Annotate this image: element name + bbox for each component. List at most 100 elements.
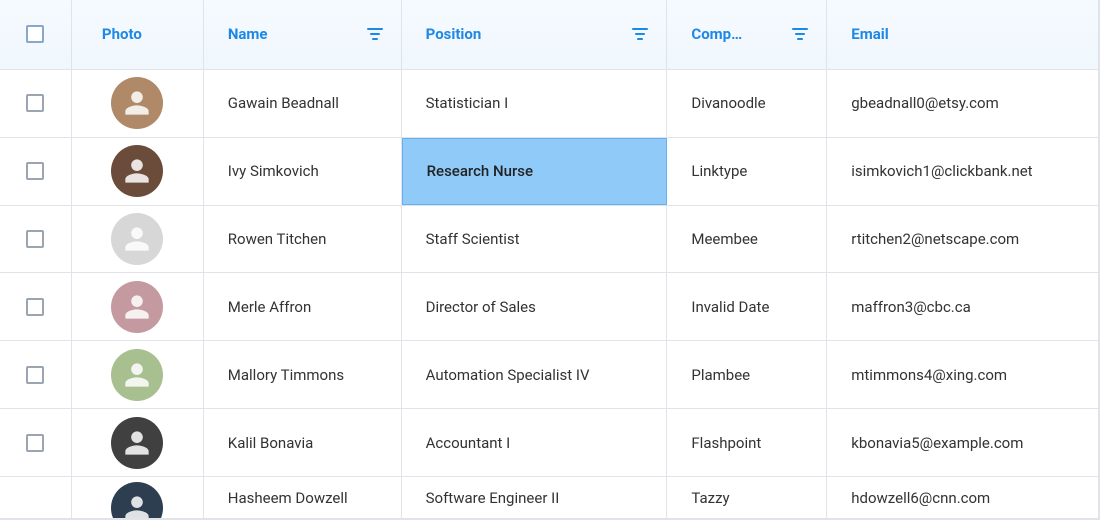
text-company: Invalid Date (691, 298, 769, 316)
text-company: Plambee (691, 366, 750, 384)
header-position-label: Position (426, 25, 482, 43)
cell-company[interactable]: Tazzy (667, 477, 827, 518)
text-position: Software Engineer II (426, 489, 560, 507)
text-email: hdowzell6@cnn.com (851, 489, 990, 507)
filter-icon[interactable] (632, 26, 648, 42)
cell-position[interactable]: Automation Specialist IV (402, 341, 668, 408)
cell-photo[interactable] (72, 206, 204, 273)
text-email: mtimmons4@xing.com (851, 366, 1007, 384)
cell-email[interactable]: gbeadnall0@etsy.com (827, 70, 1099, 137)
cell-name[interactable]: Merle Affron (204, 273, 402, 340)
table-row[interactable]: Hasheem Dowzell Software Engineer II Taz… (0, 477, 1099, 519)
cell-photo[interactable] (72, 138, 204, 205)
cell-email[interactable]: kbonavia5@example.com (827, 409, 1099, 476)
header-name[interactable]: Name (204, 0, 402, 69)
header-email-label: Email (851, 25, 888, 43)
table-row[interactable]: Gawain Beadnall Statistician I Divanoodl… (0, 70, 1099, 138)
avatar (111, 482, 163, 519)
table-row[interactable]: Merle Affron Director of Sales Invalid D… (0, 273, 1099, 341)
row-checkbox[interactable] (26, 94, 44, 112)
cell-name[interactable]: Mallory Timmons (204, 341, 402, 408)
cell-company[interactable]: Invalid Date (667, 273, 827, 340)
avatar (111, 77, 163, 129)
cell-position[interactable]: Director of Sales (402, 273, 668, 340)
select-all-checkbox[interactable] (26, 25, 44, 43)
text-email: rtitchen2@netscape.com (851, 230, 1019, 248)
cell-email[interactable]: maffron3@cbc.ca (827, 273, 1099, 340)
table-row[interactable]: Ivy Simkovich Research Nurse Linktype is… (0, 138, 1099, 206)
header-select-all-cell (0, 0, 72, 69)
avatar (111, 281, 163, 333)
filter-icon[interactable] (792, 26, 808, 42)
avatar (111, 145, 163, 197)
cell-name[interactable]: Gawain Beadnall (204, 70, 402, 137)
text-name: Ivy Simkovich (228, 162, 319, 180)
cell-position[interactable]: Research Nurse (402, 138, 668, 205)
text-company: Flashpoint (691, 434, 761, 452)
cell-company[interactable]: Divanoodle (667, 70, 827, 137)
header-company-label: Comp… (691, 25, 742, 43)
text-name: Merle Affron (228, 298, 311, 316)
cell-name[interactable]: Kalil Bonavia (204, 409, 402, 476)
table-row[interactable]: Kalil Bonavia Accountant I Flashpoint kb… (0, 409, 1099, 477)
header-photo[interactable]: Photo (72, 0, 204, 69)
text-name: Mallory Timmons (228, 366, 344, 384)
row-checkbox-cell (0, 477, 72, 518)
cell-company[interactable]: Plambee (667, 341, 827, 408)
cell-email[interactable]: hdowzell6@cnn.com (827, 477, 1099, 518)
row-checkbox[interactable] (26, 162, 44, 180)
text-name: Gawain Beadnall (228, 94, 339, 112)
row-checkbox-cell (0, 70, 72, 137)
header-email[interactable]: Email (827, 0, 1099, 69)
cell-company[interactable]: Flashpoint (667, 409, 827, 476)
cell-photo[interactable] (72, 409, 204, 476)
header-name-label: Name (228, 25, 268, 43)
row-checkbox[interactable] (26, 230, 44, 248)
cell-photo[interactable] (72, 70, 204, 137)
cell-position[interactable]: Accountant I (402, 409, 668, 476)
cell-position[interactable]: Software Engineer II (402, 477, 668, 518)
cell-photo[interactable] (72, 341, 204, 408)
table-row[interactable]: Rowen Titchen Staff Scientist Meembee rt… (0, 206, 1099, 274)
data-grid: Photo Name Position Comp… Email (0, 0, 1100, 520)
table-row[interactable]: Mallory Timmons Automation Specialist IV… (0, 341, 1099, 409)
text-position: Statistician I (426, 94, 509, 112)
text-email: maffron3@cbc.ca (851, 298, 971, 316)
text-position: Automation Specialist IV (426, 366, 590, 384)
row-checkbox[interactable] (26, 434, 44, 452)
text-name: Hasheem Dowzell (228, 489, 348, 507)
text-company: Linktype (691, 162, 747, 180)
cell-position[interactable]: Statistician I (402, 70, 668, 137)
row-checkbox[interactable] (26, 366, 44, 384)
avatar (111, 417, 163, 469)
cell-email[interactable]: rtitchen2@netscape.com (827, 206, 1099, 273)
text-email: isimkovich1@clickbank.net (851, 162, 1032, 180)
header-photo-label: Photo (102, 25, 142, 43)
cell-company[interactable]: Meembee (667, 206, 827, 273)
text-company: Tazzy (691, 489, 729, 507)
cell-name[interactable]: Ivy Simkovich (204, 138, 402, 205)
header-company[interactable]: Comp… (667, 0, 827, 69)
row-checkbox-cell (0, 138, 72, 205)
cell-name[interactable]: Rowen Titchen (204, 206, 402, 273)
cell-email[interactable]: isimkovich1@clickbank.net (827, 138, 1099, 205)
row-checkbox-cell (0, 206, 72, 273)
text-email: kbonavia5@example.com (851, 434, 1023, 452)
filter-icon[interactable] (367, 26, 383, 42)
cell-position[interactable]: Staff Scientist (402, 206, 668, 273)
cell-photo[interactable] (72, 273, 204, 340)
grid-header: Photo Name Position Comp… Email (0, 0, 1099, 70)
text-name: Rowen Titchen (228, 230, 327, 248)
header-position[interactable]: Position (402, 0, 668, 69)
row-checkbox-cell (0, 409, 72, 476)
row-checkbox-cell (0, 341, 72, 408)
text-position: Research Nurse (427, 162, 533, 180)
cell-name[interactable]: Hasheem Dowzell (204, 477, 402, 518)
text-position: Director of Sales (426, 298, 536, 316)
text-company: Meembee (691, 230, 758, 248)
text-email: gbeadnall0@etsy.com (851, 94, 999, 112)
cell-photo[interactable] (72, 477, 204, 518)
row-checkbox[interactable] (26, 298, 44, 316)
cell-company[interactable]: Linktype (667, 138, 827, 205)
cell-email[interactable]: mtimmons4@xing.com (827, 341, 1099, 408)
